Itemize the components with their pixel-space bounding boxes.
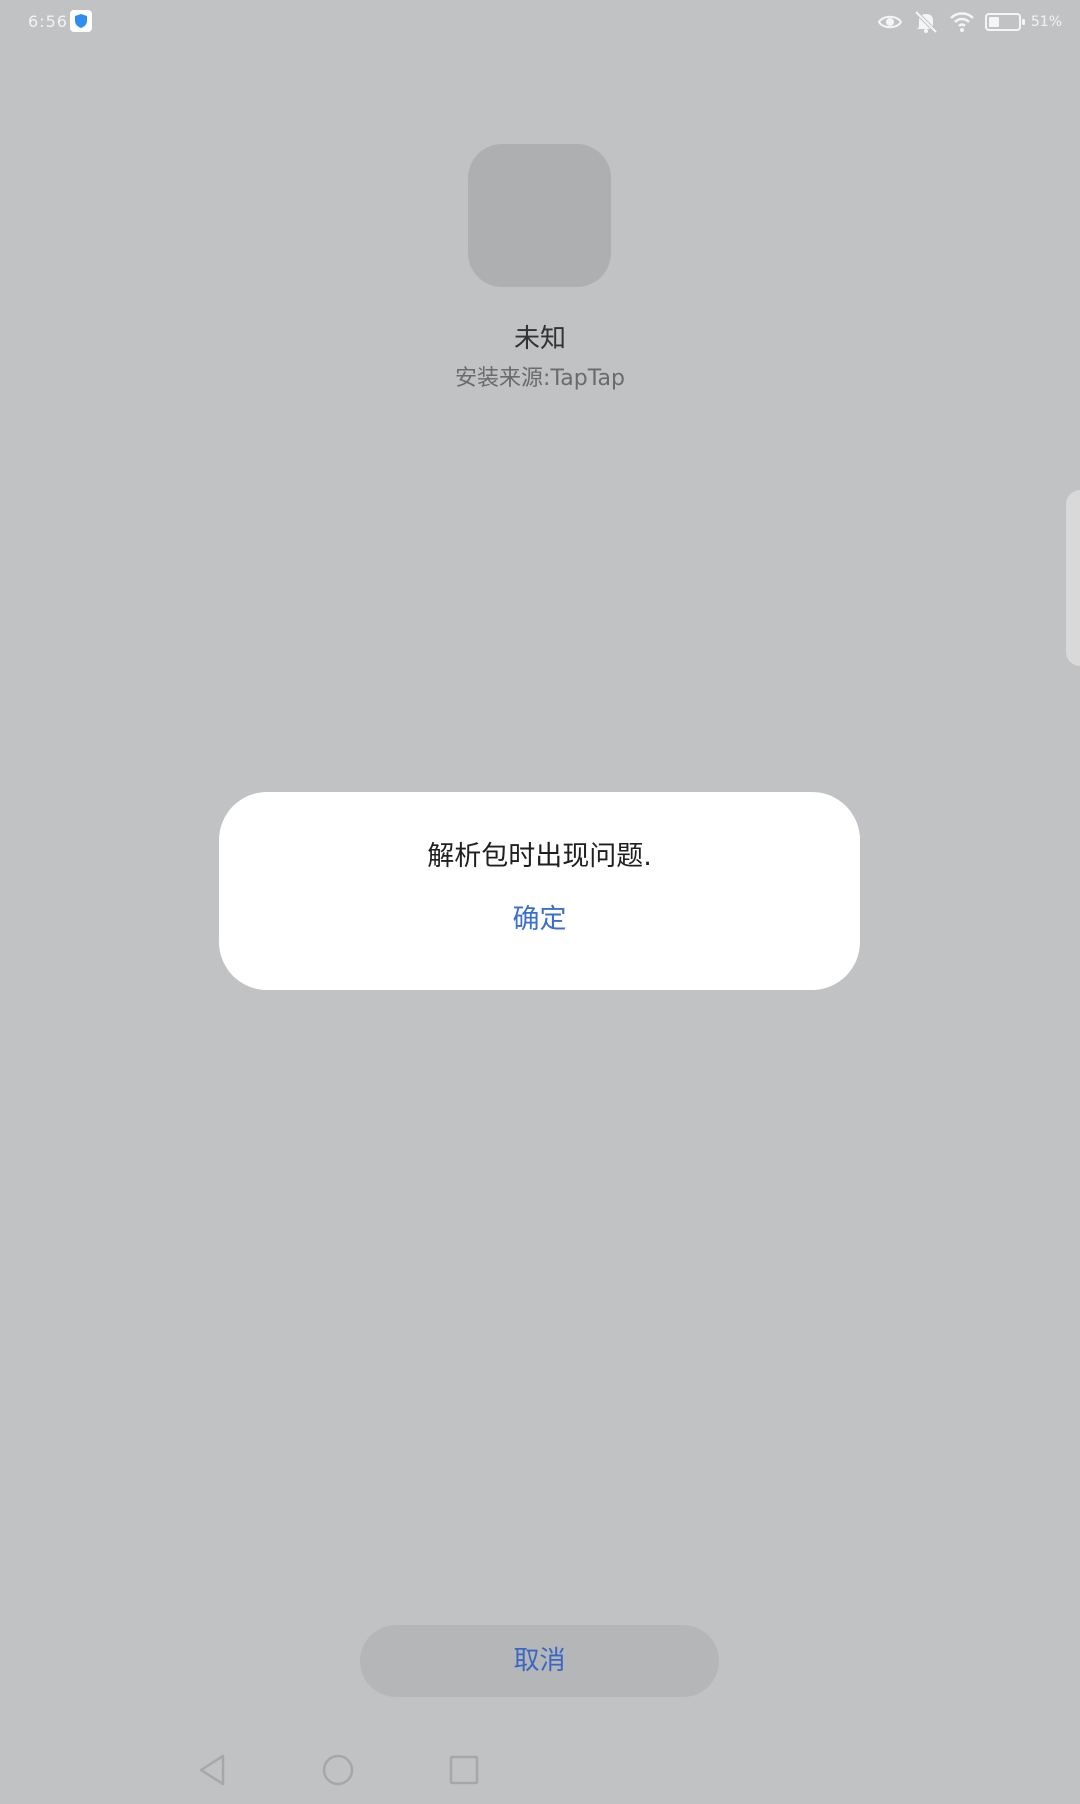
back-icon[interactable] [183,1740,243,1800]
status-time: 6:56 [28,12,68,31]
battery-percentage: 51% [1030,14,1062,30]
recents-icon[interactable] [434,1740,494,1800]
bell-off-icon [913,9,939,35]
app-icon-placeholder [468,144,611,287]
installer-screen: 6:56 51% 未知 安装来源:TapTap 解析包时出现问题. 确定 取消 [0,0,1080,1800]
status-bar: 6:56 51% [0,0,1080,48]
confirm-button[interactable]: 确定 [439,892,640,948]
edge-panel-handle[interactable] [1066,490,1080,666]
cancel-button[interactable]: 取消 [360,1625,719,1697]
battery-icon [984,13,1025,31]
dialog-message: 解析包时出现问题. [427,841,652,872]
status-icons: 51% [877,8,1062,36]
app-name: 未知 [513,324,566,354]
error-dialog: 解析包时出现问题. 确定 [219,792,860,990]
eye-icon [877,9,903,35]
home-icon[interactable] [308,1740,368,1800]
shield-icon [70,10,92,32]
wifi-icon [949,9,975,35]
navigation-bar [0,1740,1080,1800]
install-source: 安装来源:TapTap [455,366,625,391]
battery-level [988,17,999,27]
